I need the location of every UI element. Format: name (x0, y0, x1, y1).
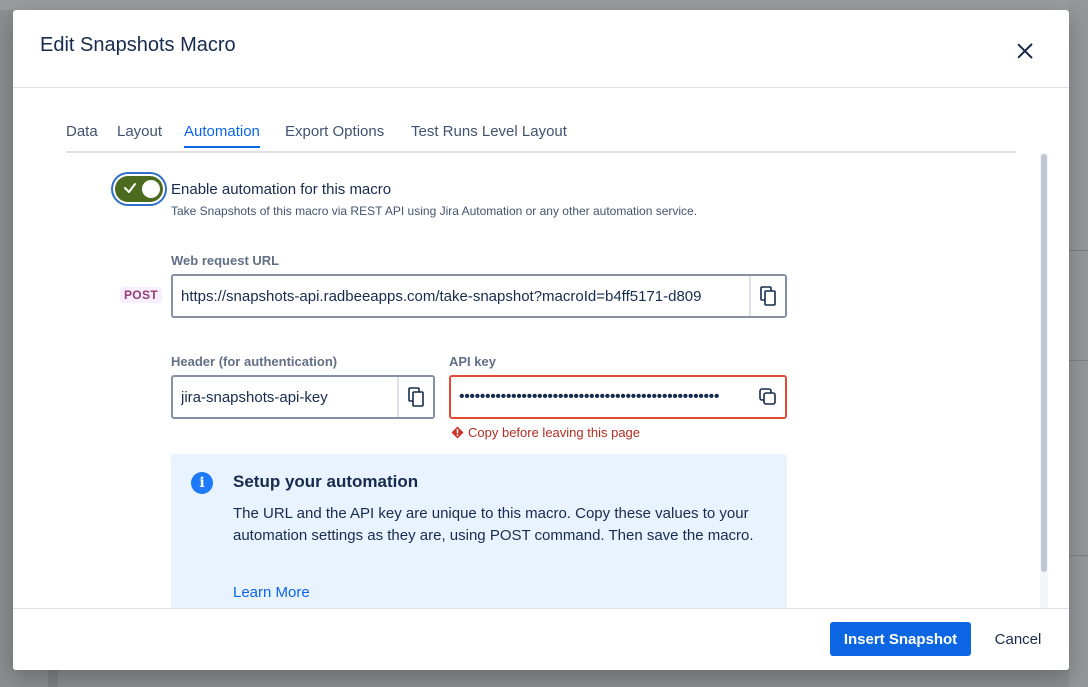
background-rail (48, 670, 58, 687)
background-divider (1069, 250, 1088, 251)
background-app-header (0, 0, 1088, 10)
modal-header: Edit Snapshots Macro (13, 10, 1069, 88)
api-key-masked-value[interactable]: ••••••••••••••••••••••••••••••••••••••••… (459, 377, 744, 417)
modal-footer: Insert Snapshot Cancel (13, 608, 1069, 670)
tab-test-runs-level-layout[interactable]: Test Runs Level Layout (411, 123, 567, 146)
enable-automation-label: Enable automation for this macro (171, 181, 392, 198)
tab-export-options[interactable]: Export Options (285, 123, 384, 146)
scrollbar[interactable] (1040, 153, 1048, 608)
tab-automation[interactable]: Automation (184, 123, 260, 148)
header-field[interactable] (171, 375, 435, 419)
toggle-knob (142, 180, 160, 198)
api-key-error-text: Copy before leaving this page (468, 425, 641, 440)
copy-header-button[interactable] (397, 377, 433, 417)
method-badge: POST (120, 287, 162, 303)
api-key-label: API key (449, 354, 496, 369)
copy-url-button[interactable] (749, 276, 785, 316)
copy-icon (759, 388, 776, 405)
header-label: Header (for authentication) (171, 354, 338, 369)
check-icon (124, 183, 136, 193)
copy-api-key-button[interactable] (751, 377, 785, 417)
background-divider (1069, 555, 1088, 556)
enable-automation-description: Take Snapshots of this macro via REST AP… (171, 204, 698, 218)
tab-bar: Data Layout Automation Export Options Te… (66, 123, 1016, 153)
web-request-url-field[interactable] (171, 274, 787, 318)
learn-more-link[interactable]: Learn More (233, 584, 310, 601)
api-key-field[interactable]: ••••••••••••••••••••••••••••••••••••••••… (449, 375, 787, 419)
header-input[interactable] (181, 377, 399, 417)
close-icon[interactable] (1012, 38, 1038, 64)
background-divider (1069, 360, 1088, 361)
copy-icon (760, 286, 776, 306)
background-app-panel (1069, 0, 1088, 687)
tab-data[interactable]: Data (66, 123, 98, 146)
info-title: Setup your automation (233, 472, 419, 491)
scrollbar-thumb[interactable] (1041, 154, 1047, 572)
error-icon (451, 426, 464, 439)
modal-title: Edit Snapshots Macro (40, 34, 236, 56)
cancel-button[interactable]: Cancel (988, 622, 1048, 656)
api-key-error: Copy before leaving this page (451, 425, 640, 440)
info-icon: i (191, 472, 213, 494)
web-request-url-label: Web request URL (171, 253, 280, 268)
setup-info-panel: i Setup your automation The URL and the … (171, 454, 787, 624)
automation-toggle[interactable] (115, 176, 163, 202)
copy-icon (408, 387, 424, 407)
insert-snapshot-button[interactable]: Insert Snapshot (830, 622, 971, 656)
info-body: The URL and the API key are unique to th… (233, 505, 754, 544)
web-request-url-input[interactable] (181, 276, 749, 316)
edit-snapshots-modal: Edit Snapshots Macro Data Layout Automat… (13, 10, 1069, 670)
tab-layout[interactable]: Layout (117, 123, 162, 146)
